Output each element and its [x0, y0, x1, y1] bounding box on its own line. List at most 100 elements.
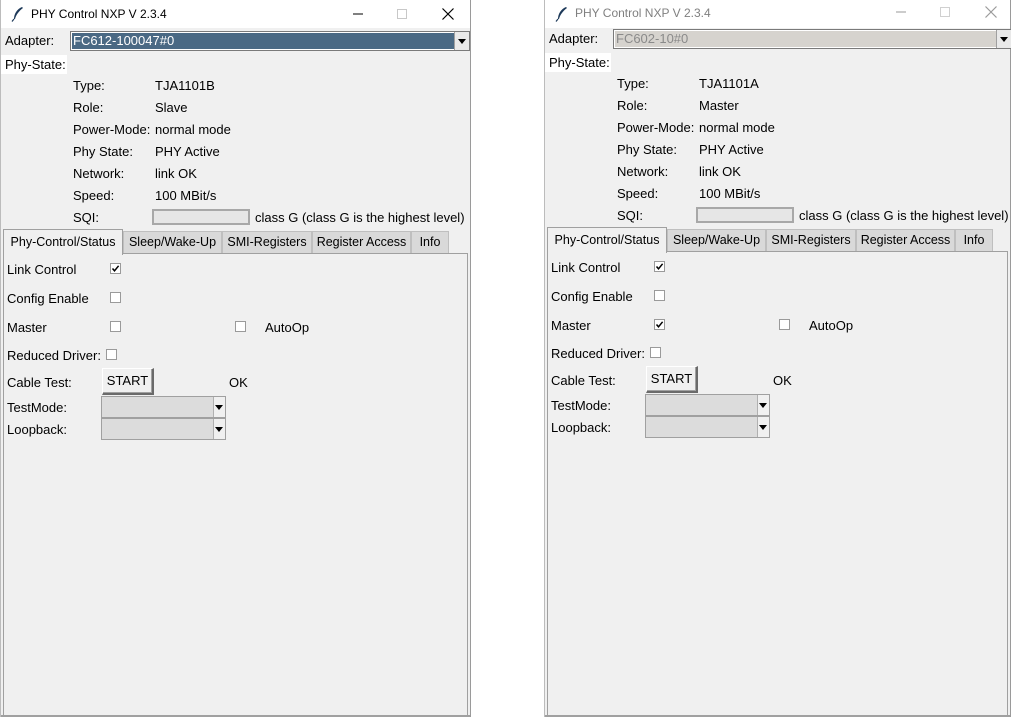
cable-test-start-button[interactable]: START — [102, 368, 154, 395]
type-value: TJA1101A — [699, 76, 759, 91]
loopback-label: Loopback: — [551, 420, 611, 435]
power-mode-value: normal mode — [155, 122, 231, 137]
maximize-icon[interactable] — [391, 4, 413, 24]
cable-test-label: Cable Test: — [551, 373, 616, 388]
sqi-progress-bar — [152, 209, 250, 225]
minimize-icon[interactable] — [890, 2, 912, 22]
window-title: PHY Control NXP V 2.3.4 — [31, 7, 167, 21]
adapter-value: FC602-10#0 — [615, 31, 996, 47]
master-label: Master — [7, 320, 47, 335]
tab-smi-registers[interactable]: SMI-Registers — [766, 229, 856, 251]
testmode-select[interactable] — [101, 396, 226, 418]
close-icon[interactable] — [980, 2, 1002, 22]
network-label: Network: — [73, 166, 125, 181]
cable-test-start-button[interactable]: START — [646, 366, 698, 393]
config-enable-checkbox[interactable] — [654, 290, 665, 301]
autoop-label: AutoOp — [809, 318, 854, 333]
loopback-label: Loopback: — [7, 422, 67, 437]
tab-info[interactable]: Info — [411, 231, 449, 253]
link-control-label: Link Control — [551, 260, 621, 275]
checkmark-icon — [655, 263, 664, 270]
adapter-value: FC612-100047#0 — [72, 33, 454, 49]
tab-info[interactable]: Info — [955, 229, 993, 251]
autoop-label: AutoOp — [265, 320, 310, 335]
phy-control-window-right: PHY Control NXP V 2.3.4 Adapter: FC602-1… — [544, 0, 1011, 717]
tab-sleep-wake-up[interactable]: Sleep/Wake-Up — [123, 231, 222, 253]
phy-state-value: PHY Active — [155, 144, 220, 159]
loopback-select[interactable] — [645, 416, 770, 438]
chevron-down-icon[interactable] — [757, 417, 769, 437]
tab-phy-control-status[interactable]: Phy-Control/Status — [3, 229, 123, 255]
master-checkbox[interactable] — [110, 321, 121, 332]
power-mode-label: Power-Mode: — [617, 120, 695, 135]
adapter-label: Adapter: — [5, 33, 55, 48]
link-control-label: Link Control — [7, 262, 77, 277]
speed-value: 100 MBit/s — [699, 186, 761, 201]
tab-bar: Phy-Control/Status Sleep/Wake-Up SMI-Reg… — [545, 227, 1010, 253]
phy-state-field-label: Phy State: — [73, 144, 133, 159]
master-label: Master — [551, 318, 591, 333]
type-value: TJA1101B — [155, 78, 215, 93]
role-label: Role: — [73, 100, 104, 115]
reduced-driver-checkbox[interactable] — [106, 349, 117, 360]
adapter-label: Adapter: — [549, 31, 599, 46]
network-label: Network: — [617, 164, 669, 179]
link-control-checkbox[interactable] — [110, 263, 121, 274]
adapter-select[interactable]: FC602-10#0 — [613, 29, 1011, 49]
reduced-driver-label: Reduced Driver: — [551, 346, 645, 361]
speed-label: Speed: — [73, 188, 115, 203]
master-checkbox[interactable] — [654, 319, 665, 330]
link-control-checkbox[interactable] — [654, 261, 665, 272]
cable-test-result: OK — [229, 375, 248, 390]
feather-icon — [11, 7, 23, 22]
checkmark-icon — [655, 321, 664, 328]
testmode-select[interactable] — [645, 394, 770, 416]
chevron-down-icon[interactable] — [213, 397, 225, 417]
role-label: Role: — [617, 98, 648, 113]
cable-test-result: OK — [773, 373, 792, 388]
phy-control-window-left: PHY Control NXP V 2.3.4 Adapter: FC612-1… — [0, 0, 471, 717]
window-title: PHY Control NXP V 2.3.4 — [575, 6, 711, 20]
feather-icon — [555, 7, 567, 22]
autoop-checkbox[interactable] — [235, 321, 246, 332]
config-enable-label: Config Enable — [7, 291, 89, 306]
network-value: link OK — [699, 164, 741, 179]
tab-register-access[interactable]: Register Access — [856, 229, 955, 251]
sqi-label: SQI: — [617, 208, 644, 223]
phy-control-status-panel — [547, 251, 1008, 715]
config-enable-checkbox[interactable] — [110, 292, 121, 303]
tab-sleep-wake-up[interactable]: Sleep/Wake-Up — [667, 229, 766, 251]
tab-smi-registers[interactable]: SMI-Registers — [222, 231, 312, 253]
chevron-down-icon[interactable] — [757, 395, 769, 415]
chevron-down-icon[interactable] — [996, 30, 1011, 48]
tab-register-access[interactable]: Register Access — [312, 231, 411, 253]
loopback-select[interactable] — [101, 418, 226, 440]
cable-test-label: Cable Test: — [7, 375, 72, 390]
phy-state-field-label: Phy State: — [617, 142, 677, 157]
chevron-down-icon[interactable] — [454, 32, 469, 50]
minimize-icon[interactable] — [347, 4, 369, 24]
title-bar[interactable]: PHY Control NXP V 2.3.4 — [545, 0, 1010, 28]
config-enable-label: Config Enable — [551, 289, 633, 304]
tab-phy-control-status[interactable]: Phy-Control/Status — [547, 227, 667, 253]
sqi-value: class G (class G is the highest level) — [255, 210, 465, 225]
speed-value: 100 MBit/s — [155, 188, 217, 203]
close-icon[interactable] — [437, 4, 459, 24]
maximize-icon[interactable] — [934, 2, 956, 22]
adapter-select[interactable]: FC612-100047#0 — [70, 31, 470, 51]
network-value: link OK — [155, 166, 197, 181]
title-bar[interactable]: PHY Control NXP V 2.3.4 — [1, 0, 470, 28]
role-value: Master — [699, 98, 739, 113]
chevron-down-icon[interactable] — [213, 419, 225, 439]
phy-state-value: PHY Active — [699, 142, 764, 157]
testmode-label: TestMode: — [7, 400, 67, 415]
autoop-checkbox[interactable] — [779, 319, 790, 330]
reduced-driver-checkbox[interactable] — [650, 347, 661, 358]
checkmark-icon — [111, 265, 120, 272]
reduced-driver-label: Reduced Driver: — [7, 348, 101, 363]
role-value: Slave — [155, 100, 188, 115]
speed-label: Speed: — [617, 186, 659, 201]
type-label: Type: — [73, 78, 105, 93]
sqi-progress-bar — [696, 207, 794, 223]
phy-state-label: Phy-State: — [545, 53, 611, 72]
